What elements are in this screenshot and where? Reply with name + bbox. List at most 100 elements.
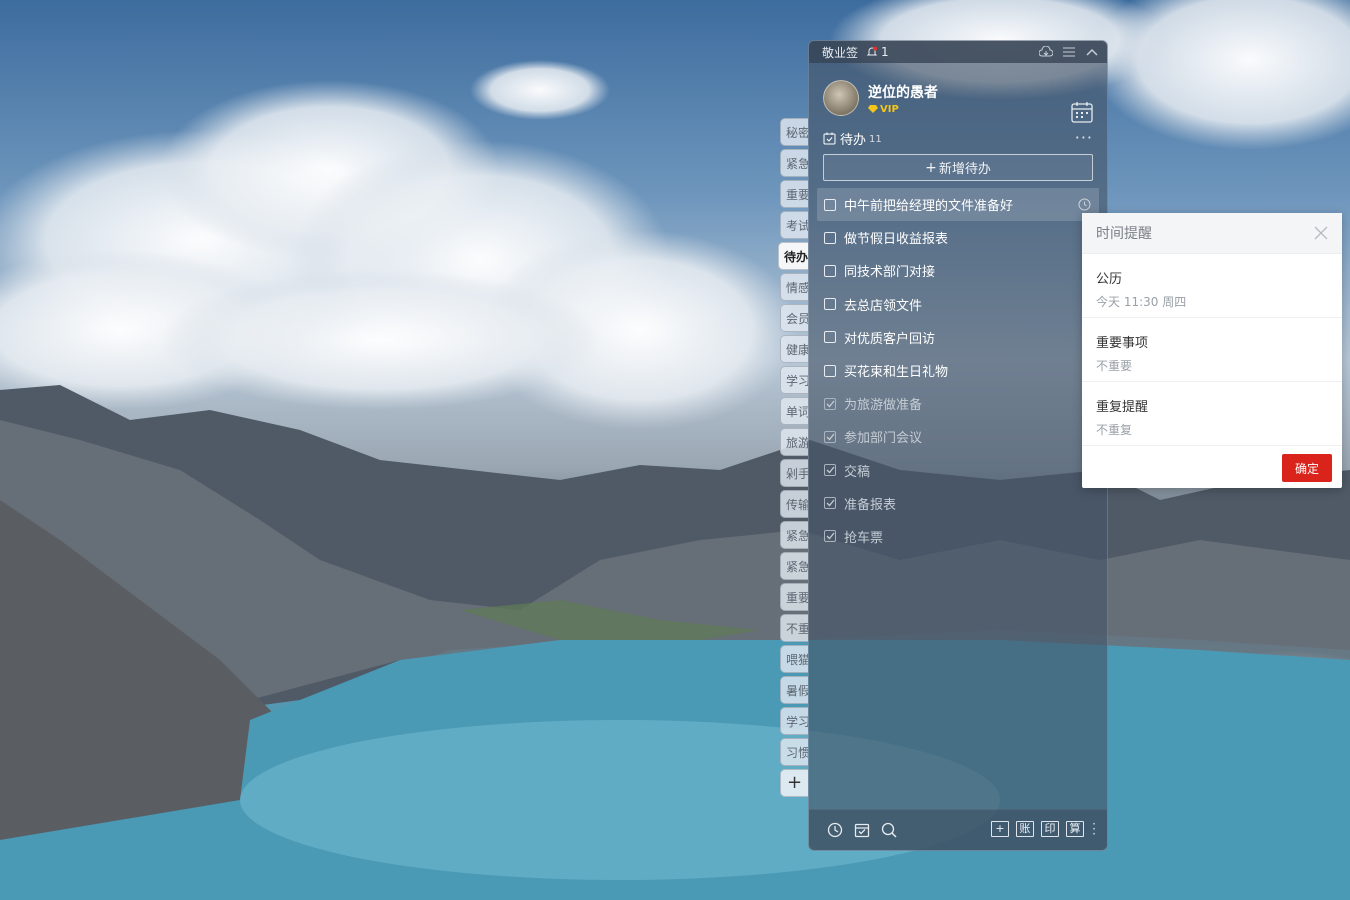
side-tab[interactable]: 旅游 <box>780 428 808 456</box>
calendar-icon[interactable] <box>1071 101 1093 123</box>
todo-item[interactable]: 买花束和生日礼物 <box>817 354 1099 387</box>
todo-item[interactable]: 对优质客户回访 <box>817 321 1099 354</box>
side-tab-label: 学习 <box>786 374 808 388</box>
ledger-button[interactable]: 账 <box>1016 821 1034 837</box>
lake <box>0 640 1350 900</box>
checkmark-icon <box>826 533 835 540</box>
todo-text: 交稿 <box>844 464 871 480</box>
user-name[interactable]: 逆位的愚者 <box>868 82 938 102</box>
add-todo-label: 新增待办 <box>938 162 991 177</box>
todo-item[interactable]: 中午前把给经理的文件准备好 <box>817 188 1099 222</box>
side-tab-label: 喂猫 <box>786 653 808 667</box>
repeat-row[interactable]: 重复提醒 不重复 <box>1082 382 1342 446</box>
side-tab[interactable]: 暑假 <box>780 676 808 704</box>
check-calendar-icon[interactable] <box>854 822 870 838</box>
side-tab[interactable]: 会员 <box>780 304 808 332</box>
calendar-label: 公历 <box>1096 272 1123 287</box>
add-todo-button[interactable]: + 新增待办 <box>823 154 1093 181</box>
checkbox[interactable] <box>824 331 836 344</box>
todo-calendar-icon <box>823 132 836 144</box>
side-tab-label: 剁手 <box>786 467 808 481</box>
todo-text: 准备报表 <box>844 497 897 513</box>
todo-text: 同技术部门对接 <box>844 265 936 281</box>
side-tab[interactable]: 学习 <box>780 707 808 735</box>
side-tab[interactable]: 待办 <box>778 242 808 270</box>
side-tab-label: 紧急 <box>786 157 808 171</box>
checkbox[interactable] <box>824 231 836 244</box>
side-tab-label: 情感 <box>786 281 808 295</box>
side-tab[interactable]: 不重 <box>780 614 808 642</box>
bell-icon <box>866 46 878 56</box>
side-tab[interactable]: 重要 <box>780 583 808 611</box>
side-tab-label: 传输 <box>786 498 808 512</box>
side-tab[interactable]: 单词 <box>780 397 808 425</box>
plus-icon: + <box>925 159 937 176</box>
importance-row[interactable]: 重要事项 不重要 <box>1082 318 1342 382</box>
checkbox-checked[interactable] <box>824 464 836 477</box>
todo-item[interactable]: 同技术部门对接 <box>817 254 1099 287</box>
side-tab[interactable]: 紧急 <box>780 552 808 580</box>
todo-text: 中午前把给经理的文件准备好 <box>844 199 1014 215</box>
calculator-button[interactable]: 算 <box>1066 821 1084 837</box>
vertical-more-icon[interactable]: · · · <box>1091 818 1097 840</box>
side-tab[interactable]: 剁手 <box>780 459 808 487</box>
calendar-row[interactable]: 公历 今天 11:30 周四 <box>1082 254 1342 318</box>
collapse-icon[interactable] <box>1085 45 1099 59</box>
todo-item[interactable]: 准备报表 <box>817 487 1099 520</box>
todo-item[interactable]: 抢车票 <box>817 520 1099 553</box>
checkbox[interactable] <box>824 298 836 311</box>
side-tab-label: 不重 <box>786 622 808 636</box>
side-tab[interactable]: 考试 <box>780 211 808 239</box>
bottom-toolbar: + 账 印 算 · · · <box>809 809 1107 850</box>
close-icon[interactable] <box>1314 226 1328 240</box>
side-tab[interactable]: 情感 <box>780 273 808 301</box>
todo-list: 中午前把给经理的文件准备好做节假日收益报表同技术部门对接去总店领文件 对优质客户回… <box>817 188 1099 553</box>
side-tab-label: 重要 <box>786 188 808 202</box>
side-tab[interactable]: 习惯 <box>780 738 808 766</box>
checkbox[interactable] <box>824 264 836 277</box>
clock-icon[interactable] <box>827 822 843 838</box>
todo-item[interactable]: 交稿 <box>817 454 1099 487</box>
checkbox-checked[interactable] <box>824 430 836 443</box>
side-tab-label: 秘密 <box>786 126 808 140</box>
side-tab[interactable]: 重要 <box>780 180 808 208</box>
todo-item[interactable]: 为旅游做准备 <box>817 387 1099 420</box>
side-tab-label: 单词 <box>786 405 808 419</box>
dialog-header: 时间提醒 <box>1082 213 1342 254</box>
confirm-button[interactable]: 确定 <box>1282 454 1332 482</box>
side-tab-label: 紧急 <box>786 560 808 574</box>
section-header: 待办 11 ··· <box>823 129 1093 148</box>
notification-indicator[interactable]: 1 <box>866 45 889 59</box>
side-tab[interactable]: 学习 <box>780 366 808 394</box>
checkbox-checked[interactable] <box>824 530 836 543</box>
side-tab[interactable]: 传输 <box>780 490 808 518</box>
reminder-clock-icon[interactable] <box>1078 198 1091 211</box>
side-tab[interactable]: 秘密 <box>780 118 808 146</box>
side-tab-label: 旅游 <box>786 436 808 450</box>
todo-item[interactable]: 做节假日收益报表 <box>817 221 1099 254</box>
side-tab-label: 待办 <box>784 250 808 264</box>
side-tab[interactable]: 紧急 <box>780 521 808 549</box>
search-icon[interactable] <box>881 822 897 838</box>
add-category-button[interactable]: + <box>780 769 808 797</box>
side-tab[interactable]: 喂猫 <box>780 645 808 673</box>
note-panel: 敬业签 1 逆位的愚者 VIP 待办 11 ··· + 新增待办 中午前把给经理… <box>808 40 1108 851</box>
checkbox[interactable] <box>824 198 836 211</box>
checkbox[interactable] <box>824 364 836 377</box>
todo-item[interactable]: 参加部门会议 <box>817 420 1099 453</box>
side-tab[interactable]: 健康 <box>780 335 808 363</box>
avatar[interactable] <box>823 80 859 116</box>
side-tab[interactable]: 紧急 <box>780 149 808 177</box>
repeat-value: 不重复 <box>1096 423 1133 437</box>
section-count: 11 <box>869 134 882 145</box>
menu-icon[interactable] <box>1062 45 1076 59</box>
checkbox-checked[interactable] <box>824 497 836 510</box>
checkbox-checked[interactable] <box>824 397 836 410</box>
todo-text: 为旅游做准备 <box>844 398 923 414</box>
cloud-sync-icon[interactable] <box>1039 45 1053 59</box>
title-bar[interactable]: 敬业签 1 <box>809 41 1107 63</box>
add-note-button[interactable]: + <box>991 821 1009 837</box>
todo-item[interactable]: 去总店领文件 <box>817 288 1099 321</box>
more-options-icon[interactable]: ··· <box>1075 130 1093 146</box>
print-button[interactable]: 印 <box>1041 821 1059 837</box>
